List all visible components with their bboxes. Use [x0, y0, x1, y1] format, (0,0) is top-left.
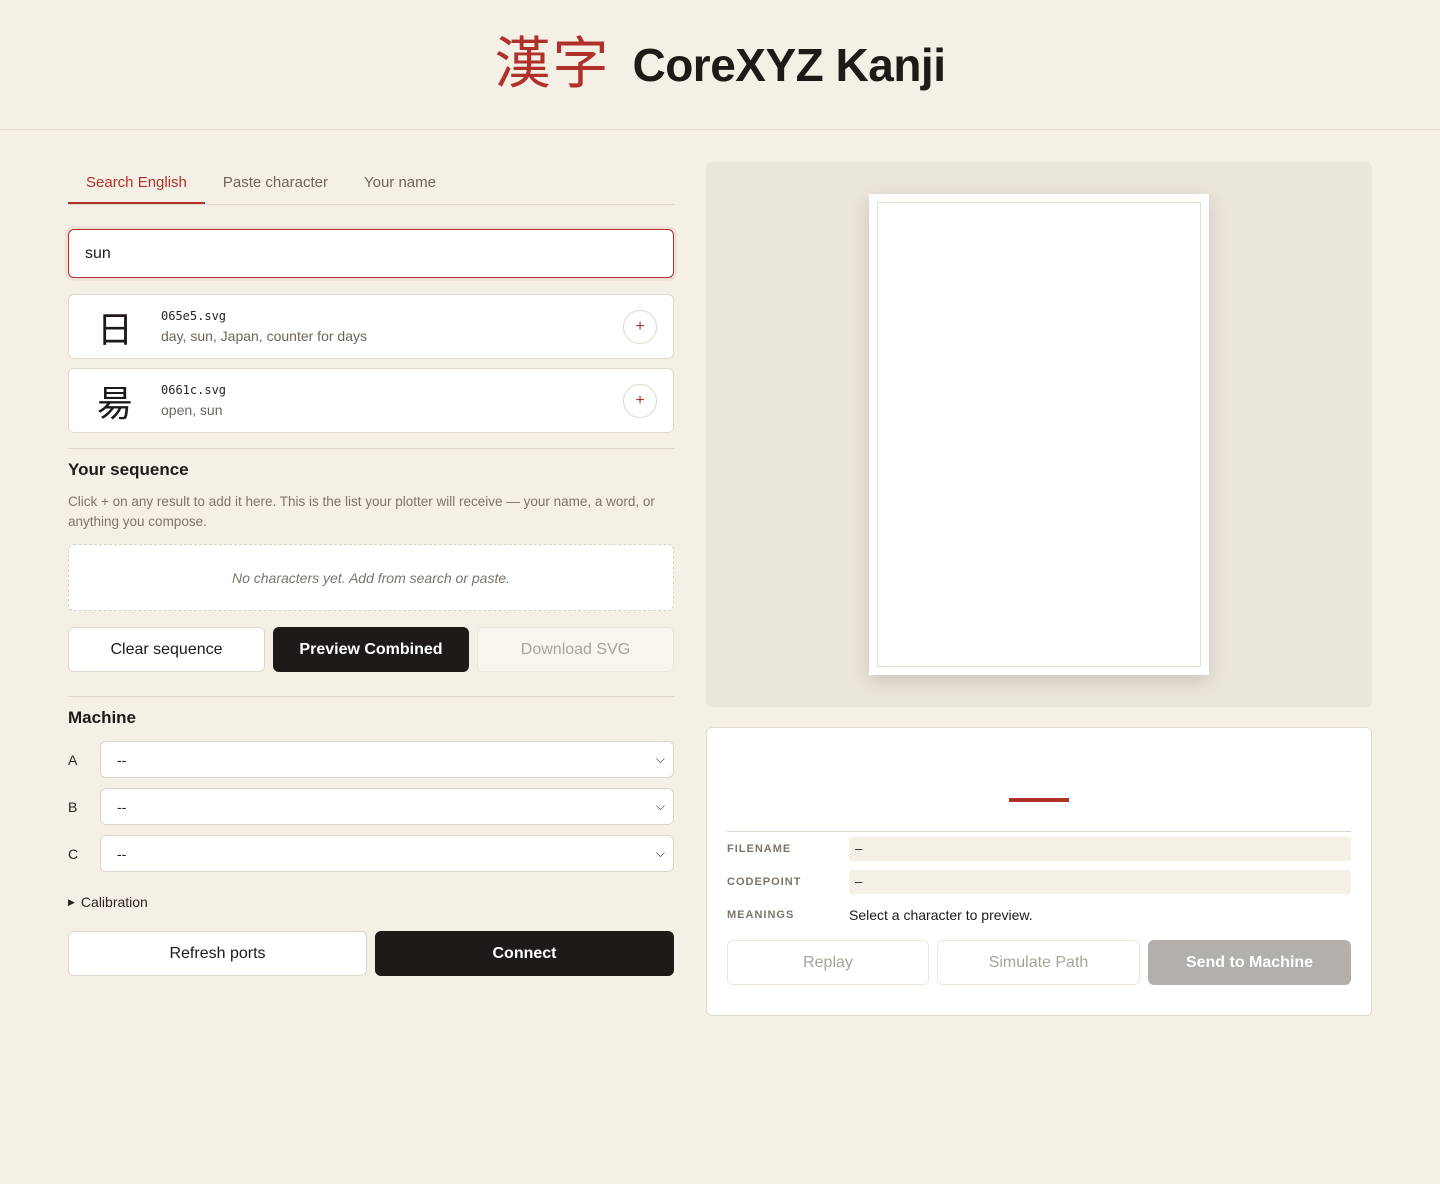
- result-meanings: day, sun, Japan, counter for days: [161, 328, 367, 344]
- paper-margin-border: [877, 202, 1201, 667]
- section-divider: [68, 448, 674, 449]
- search-input[interactable]: [68, 229, 674, 278]
- select-value: --: [117, 751, 127, 768]
- tab-your-name[interactable]: Your name: [346, 162, 454, 204]
- axis-row-b: B -- ⌵: [68, 788, 674, 825]
- result-card: 昜 0661c.svg open, sun +: [68, 368, 674, 433]
- logo-kanji: 漢字: [494, 31, 611, 97]
- svg-preview-panel: [706, 162, 1372, 707]
- replay-button[interactable]: Replay: [727, 940, 929, 985]
- result-info: 065e5.svg day, sun, Japan, counter for d…: [145, 309, 623, 344]
- character-display: [727, 728, 1351, 832]
- result-glyph: 昜: [96, 383, 133, 425]
- placeholder-dash: [1009, 798, 1069, 802]
- axis-label: A: [68, 751, 78, 768]
- codepoint-row: CODEPOINT –: [727, 865, 1351, 898]
- sequence-help-text: Click + on any result to add it here. Th…: [68, 494, 655, 529]
- sequence-actions: Clear sequence Preview Combined Download…: [68, 627, 674, 672]
- connect-button[interactable]: Connect: [375, 931, 674, 976]
- section-divider: [68, 696, 674, 697]
- chevron-down-icon: ⌵: [655, 752, 665, 766]
- result-glyph: 日: [96, 309, 133, 351]
- calibration-toggle[interactable]: ▶ Calibration: [68, 894, 674, 910]
- result-filename: 0661c.svg: [161, 383, 227, 397]
- left-column: Search English Paste character Your name…: [68, 162, 674, 976]
- add-to-sequence-button[interactable]: +: [623, 309, 657, 344]
- tab-bar: Search English Paste character Your name: [68, 162, 674, 205]
- character-info-panel: FILENAME – CODEPOINT – MEANINGS Select a…: [706, 727, 1372, 1016]
- result-info: 0661c.svg open, sun: [145, 383, 623, 418]
- add-to-sequence-button[interactable]: +: [623, 383, 657, 418]
- port-select-a[interactable]: -- ⌵: [100, 741, 674, 778]
- port-select-c[interactable]: -- ⌵: [100, 835, 674, 872]
- calibration-label: Calibration: [80, 894, 148, 910]
- clear-sequence-button[interactable]: Clear sequence: [68, 627, 265, 672]
- axis-label: B: [68, 798, 78, 815]
- app-header: 漢字 CoreXYZ Kanji: [0, 0, 1440, 130]
- filename-key: FILENAME: [727, 842, 792, 855]
- disclosure-triangle-icon: ▶: [68, 896, 75, 907]
- refresh-ports-button[interactable]: Refresh ports: [68, 931, 367, 976]
- download-svg-button[interactable]: Download SVG: [477, 627, 674, 672]
- axis-label: C: [68, 845, 79, 862]
- send-to-machine-button[interactable]: Send to Machine: [1148, 940, 1351, 985]
- playback-actions: Replay Simulate Path Send to Machine: [727, 940, 1351, 985]
- select-value: --: [117, 845, 127, 862]
- meanings-value: Select a character to preview.: [849, 906, 1033, 923]
- machine-actions: Refresh ports Connect: [68, 931, 674, 976]
- tab-paste-character[interactable]: Paste character: [205, 162, 346, 204]
- select-value: --: [117, 798, 127, 815]
- sequence-title: Your sequence: [68, 460, 189, 479]
- filename-row: FILENAME –: [727, 832, 1351, 865]
- app-title: CoreXYZ Kanji: [632, 38, 946, 91]
- codepoint-key: CODEPOINT: [727, 875, 802, 888]
- preview-combined-button[interactable]: Preview Combined: [273, 627, 469, 672]
- axis-row-a: A -- ⌵: [68, 741, 674, 778]
- sequence-empty-state: No characters yet. Add from search or pa…: [68, 544, 674, 611]
- search-results: 日 065e5.svg day, sun, Japan, counter for…: [68, 294, 674, 433]
- paper-sheet: [869, 194, 1209, 675]
- meanings-key: MEANINGS: [727, 908, 795, 921]
- machine-title: Machine: [68, 708, 137, 727]
- tab-search-english[interactable]: Search English: [68, 162, 205, 204]
- meanings-row: MEANINGS Select a character to preview.: [727, 898, 1351, 931]
- codepoint-value: –: [849, 869, 1351, 894]
- simulate-path-button[interactable]: Simulate Path: [937, 940, 1140, 985]
- axis-row-c: C -- ⌵: [68, 835, 674, 872]
- chevron-down-icon: ⌵: [655, 799, 665, 813]
- result-filename: 065e5.svg: [161, 309, 227, 323]
- chevron-down-icon: ⌵: [655, 846, 665, 860]
- filename-value: –: [849, 836, 1351, 861]
- result-meanings: open, sun: [161, 402, 223, 418]
- port-select-b[interactable]: -- ⌵: [100, 788, 674, 825]
- result-card: 日 065e5.svg day, sun, Japan, counter for…: [68, 294, 674, 359]
